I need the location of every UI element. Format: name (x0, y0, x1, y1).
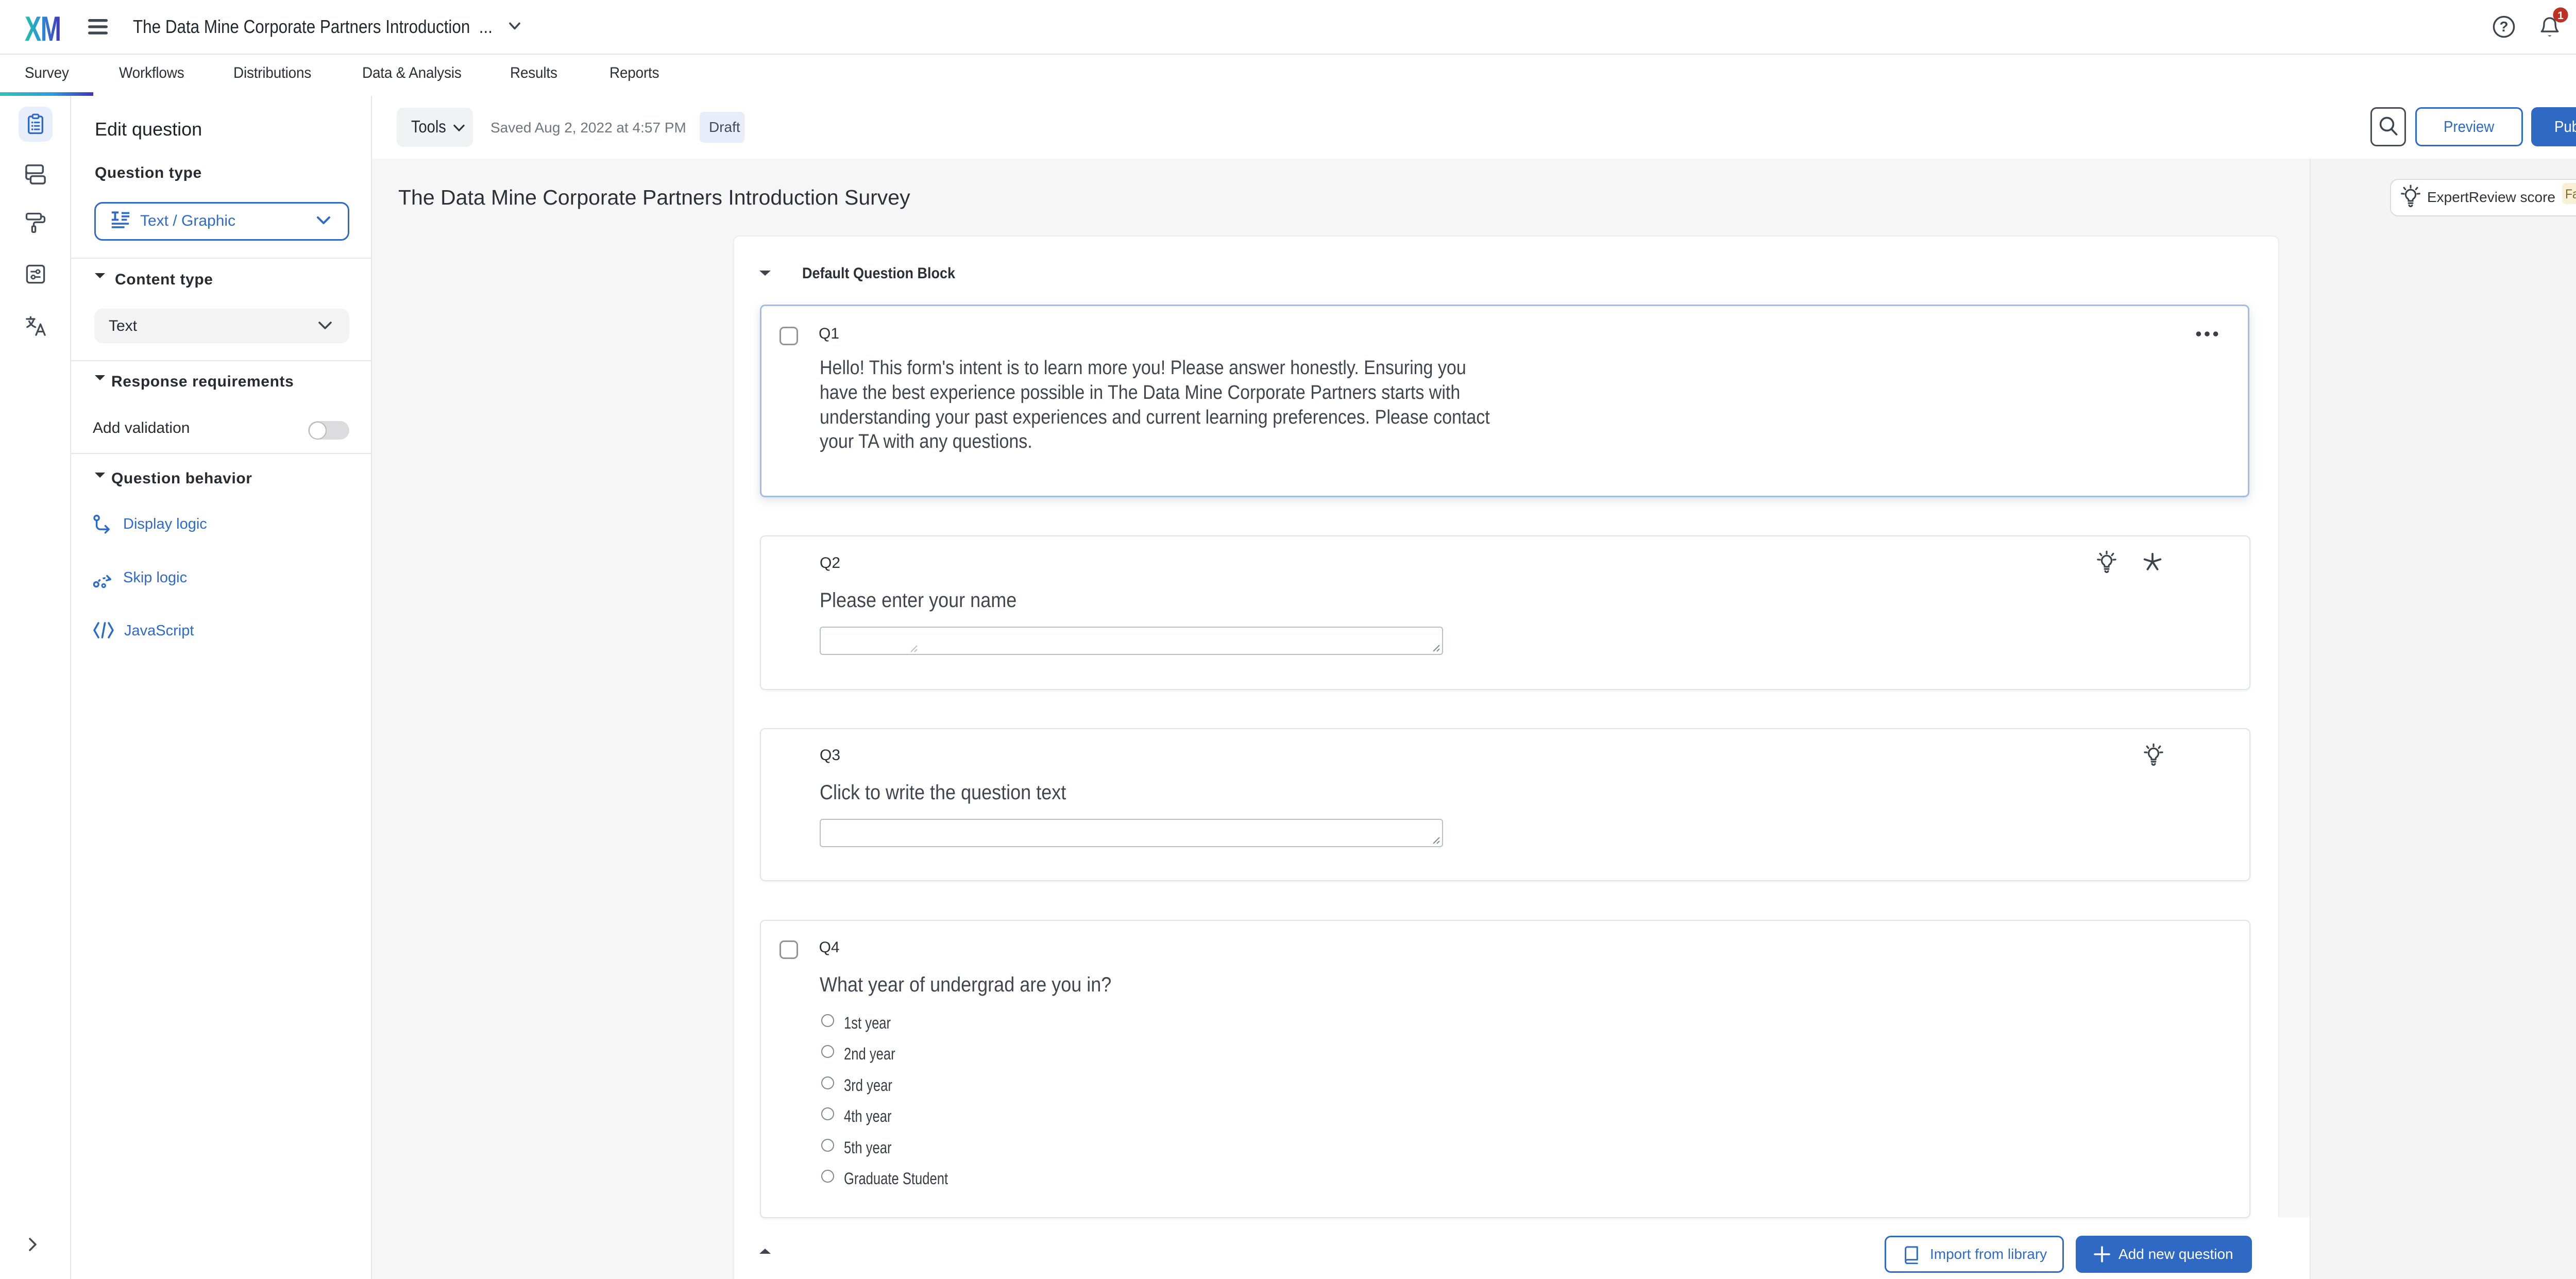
svg-text:1: 1 (2557, 10, 2564, 22)
svg-text:?: ? (2499, 19, 2508, 35)
svg-text:XM: XM (25, 14, 61, 44)
